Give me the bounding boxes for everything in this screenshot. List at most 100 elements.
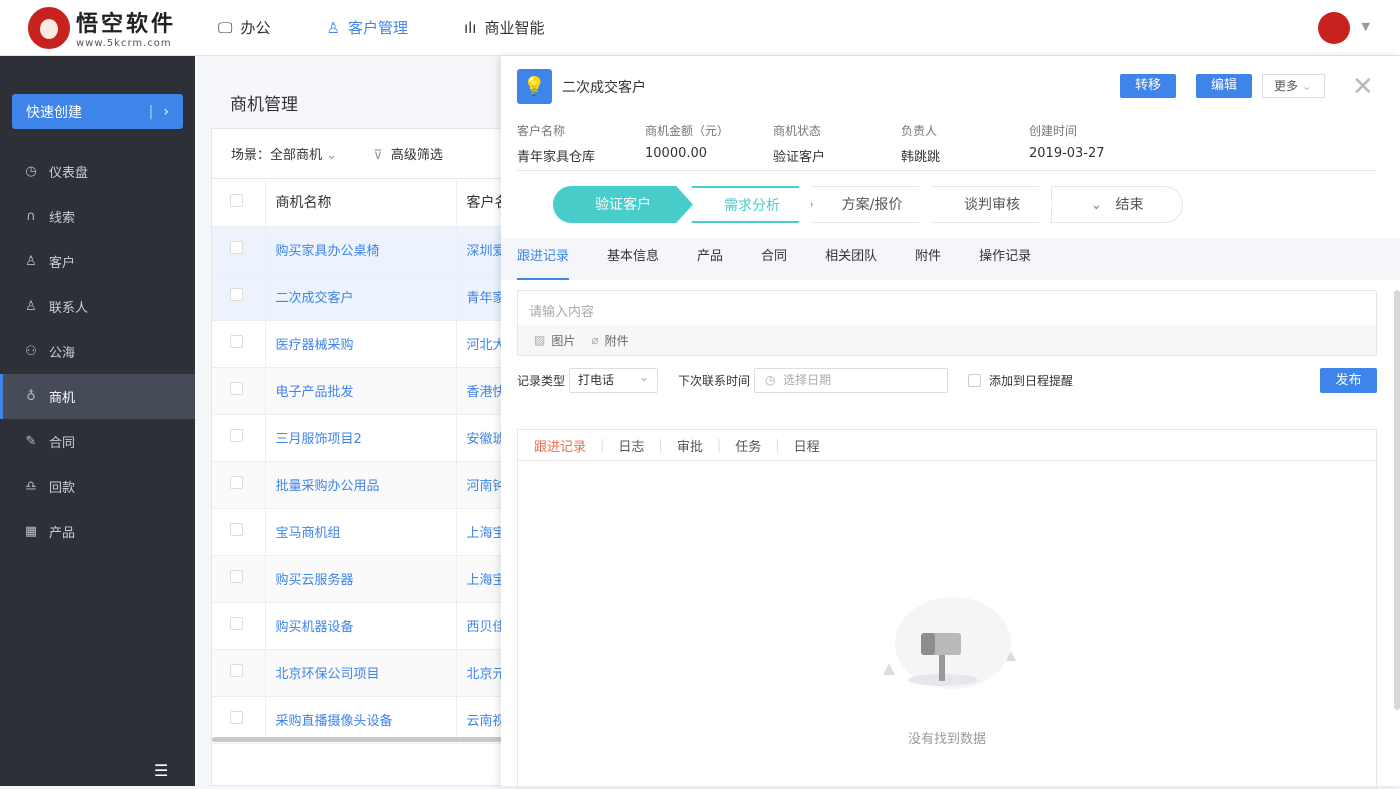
table-row[interactable]: 医疗器械采购 河北大: [212, 320, 510, 368]
scene-select[interactable]: 场景：全部商机 ⌄: [231, 144, 337, 163]
transfer-button[interactable]: 转移: [1120, 74, 1176, 98]
stage-progress: 验证客户 需求分析 方案/报价 谈判审核 ⌄ 结束: [553, 186, 1183, 223]
sidebar-item-product[interactable]: ▦ 产品: [0, 509, 195, 554]
date-picker[interactable]: ◷ 选择日期: [754, 368, 949, 393]
horizontal-scrollbar[interactable]: [212, 737, 502, 742]
publish-button[interactable]: 发布: [1320, 368, 1377, 393]
sidebar-item-customer[interactable]: ♙ 客户: [0, 239, 195, 284]
vertical-scrollbar[interactable]: [1394, 290, 1400, 710]
close-icon[interactable]: ✕: [1352, 72, 1374, 102]
monitor-icon: 🖵: [218, 18, 233, 37]
field-value: 验证客户: [773, 150, 826, 165]
stage-end[interactable]: ⌄ 结束: [1051, 186, 1183, 223]
table-row[interactable]: 电子产品批发 香港快: [212, 367, 510, 415]
opportunity-name-link[interactable]: 采购直播摄像头设备: [264, 696, 456, 744]
row-checkbox[interactable]: [230, 523, 243, 536]
content-input[interactable]: 请输入内容: [518, 291, 1376, 325]
table-row[interactable]: 宝马商机组 上海宝: [212, 508, 510, 556]
opportunity-name-link[interactable]: 三月服饰项目2: [264, 414, 456, 462]
tab[interactable]: 操作记录: [979, 238, 1031, 280]
row-checkbox[interactable]: [230, 617, 243, 630]
nav-customer-management[interactable]: ♙ 客户管理: [326, 17, 407, 38]
opportunity-name-link[interactable]: 医疗器械采购: [264, 320, 456, 368]
row-checkbox[interactable]: [230, 476, 243, 489]
opportunity-name-link[interactable]: 批量采购办公用品: [264, 461, 456, 509]
sidebar-item-contract[interactable]: ✎ 合同: [0, 419, 195, 464]
opportunity-name-link[interactable]: 购买云服务器: [264, 555, 456, 603]
tab[interactable]: 合同: [761, 238, 787, 280]
avatar[interactable]: [1318, 12, 1350, 44]
row-checkbox[interactable]: [230, 241, 243, 254]
logo[interactable]: 悟空软件 www.5kcrm.com: [28, 6, 218, 49]
column-header[interactable]: 商机名称: [264, 179, 456, 227]
sidebar-item-contact[interactable]: ♙ 联系人: [0, 284, 195, 329]
opportunity-name-link[interactable]: 北京环保公司项目: [264, 649, 456, 697]
field-label: 负责人: [901, 124, 938, 138]
nav-business-intelligence[interactable]: ılı 商业智能: [464, 17, 545, 38]
edit-button[interactable]: 编辑: [1196, 74, 1252, 98]
tab[interactable]: 附件: [915, 238, 941, 280]
row-checkbox[interactable]: [230, 335, 243, 348]
sidebar-item-clue[interactable]: ∩ 线索: [0, 194, 195, 239]
nav-office[interactable]: 🖵 办公: [218, 17, 270, 38]
row-checkbox[interactable]: [230, 570, 243, 583]
brand-name: 悟空软件: [76, 12, 177, 37]
sidebar-item-dashboard[interactable]: ◷ 仪表盘: [0, 149, 195, 194]
table-row[interactable]: 购买家具办公桌椅 深圳爱: [212, 226, 510, 274]
log-tab[interactable]: 日程: [794, 436, 820, 455]
quick-create-button[interactable]: 快速创建 | ›: [12, 94, 183, 129]
more-dropdown[interactable]: 更多 ⌄: [1262, 74, 1325, 98]
opportunity-name-link[interactable]: 宝马商机组: [264, 508, 456, 556]
table-row[interactable]: 北京环保公司项目 北京元: [212, 649, 510, 697]
field-label: 创建时间: [1029, 124, 1078, 138]
chevron-down-icon[interactable]: ▼: [1362, 20, 1370, 33]
attachment-button[interactable]: 附件: [605, 332, 629, 349]
sidebar-item-opportunity[interactable]: ♁ 商机: [0, 374, 195, 419]
paperclip-icon: ⌀: [591, 333, 599, 347]
collapse-menu-icon[interactable]: ☰: [154, 761, 168, 780]
row-checkbox[interactable]: [230, 429, 243, 442]
log-tab[interactable]: 日志: [618, 436, 644, 455]
record-type-select[interactable]: 打电话: [569, 366, 659, 393]
sidebar: 快速创建 | › ◷ 仪表盘 ∩ 线索 ♙ 客户 ♙ 联系人 ⚇ 公海 ♁ 商机 ✎ 合同 ♎ 回款…: [0, 56, 195, 786]
tab[interactable]: 跟进记录: [517, 238, 570, 280]
row-checkbox[interactable]: [230, 664, 243, 677]
table-row[interactable]: 购买云服务器 上海宝: [212, 555, 510, 603]
follow-up-editor[interactable]: 请输入内容 ▨ 图片 ⌀ 附件: [517, 290, 1377, 356]
table-row[interactable]: 购买机器设备 西贝佳: [212, 602, 510, 650]
log-tab[interactable]: 任务: [735, 436, 761, 455]
log-tab[interactable]: 审批: [677, 436, 703, 455]
stage-step[interactable]: 验证客户: [553, 186, 693, 223]
info-field: 创建时间 2019-03-27: [1029, 122, 1157, 165]
stage-step[interactable]: 方案/报价: [811, 186, 933, 223]
row-checkbox[interactable]: [230, 711, 243, 724]
opportunity-name-link[interactable]: 购买机器设备: [264, 602, 456, 650]
field-value: 2019-03-27: [1029, 146, 1105, 161]
table-row[interactable]: 二次成交客户 青年家: [212, 273, 510, 321]
sidebar-label: 产品: [49, 526, 76, 541]
stage-step[interactable]: 需求分析: [691, 186, 813, 223]
add-schedule-checkbox[interactable]: [968, 374, 982, 387]
table-row[interactable]: 批量采购办公用品 河南钟: [212, 461, 510, 509]
advanced-filter-button[interactable]: ⊽ 高级筛选: [373, 144, 443, 163]
table-row[interactable]: 三月服饰项目2 安徽琥: [212, 414, 510, 462]
log-tab[interactable]: 跟进记录: [534, 436, 586, 455]
tab-separator: |: [658, 437, 663, 453]
sidebar-label: 公海: [49, 346, 76, 361]
sidebar-item-pool[interactable]: ⚇ 公海: [0, 329, 195, 374]
opportunity-name-link[interactable]: 二次成交客户: [264, 273, 456, 321]
tab[interactable]: 相关团队: [825, 238, 877, 280]
bulb-icon: ♁: [26, 389, 36, 404]
tab[interactable]: 产品: [697, 238, 723, 280]
opportunity-name-link[interactable]: 购买家具办公桌椅: [264, 226, 456, 274]
row-checkbox[interactable]: [230, 382, 243, 395]
tab[interactable]: 基本信息: [607, 238, 659, 280]
row-checkbox[interactable]: [230, 288, 243, 301]
select-all-checkbox[interactable]: [230, 193, 243, 207]
opportunity-name-link[interactable]: 电子产品批发: [264, 367, 456, 415]
image-button[interactable]: 图片: [551, 332, 575, 349]
table-row[interactable]: 采购直播摄像头设备 云南视: [212, 696, 510, 744]
stage-step[interactable]: 谈判审核: [931, 186, 1053, 223]
info-field: 客户名称 青年家具仓库: [517, 122, 645, 165]
sidebar-item-payment[interactable]: ♎ 回款: [0, 464, 195, 509]
